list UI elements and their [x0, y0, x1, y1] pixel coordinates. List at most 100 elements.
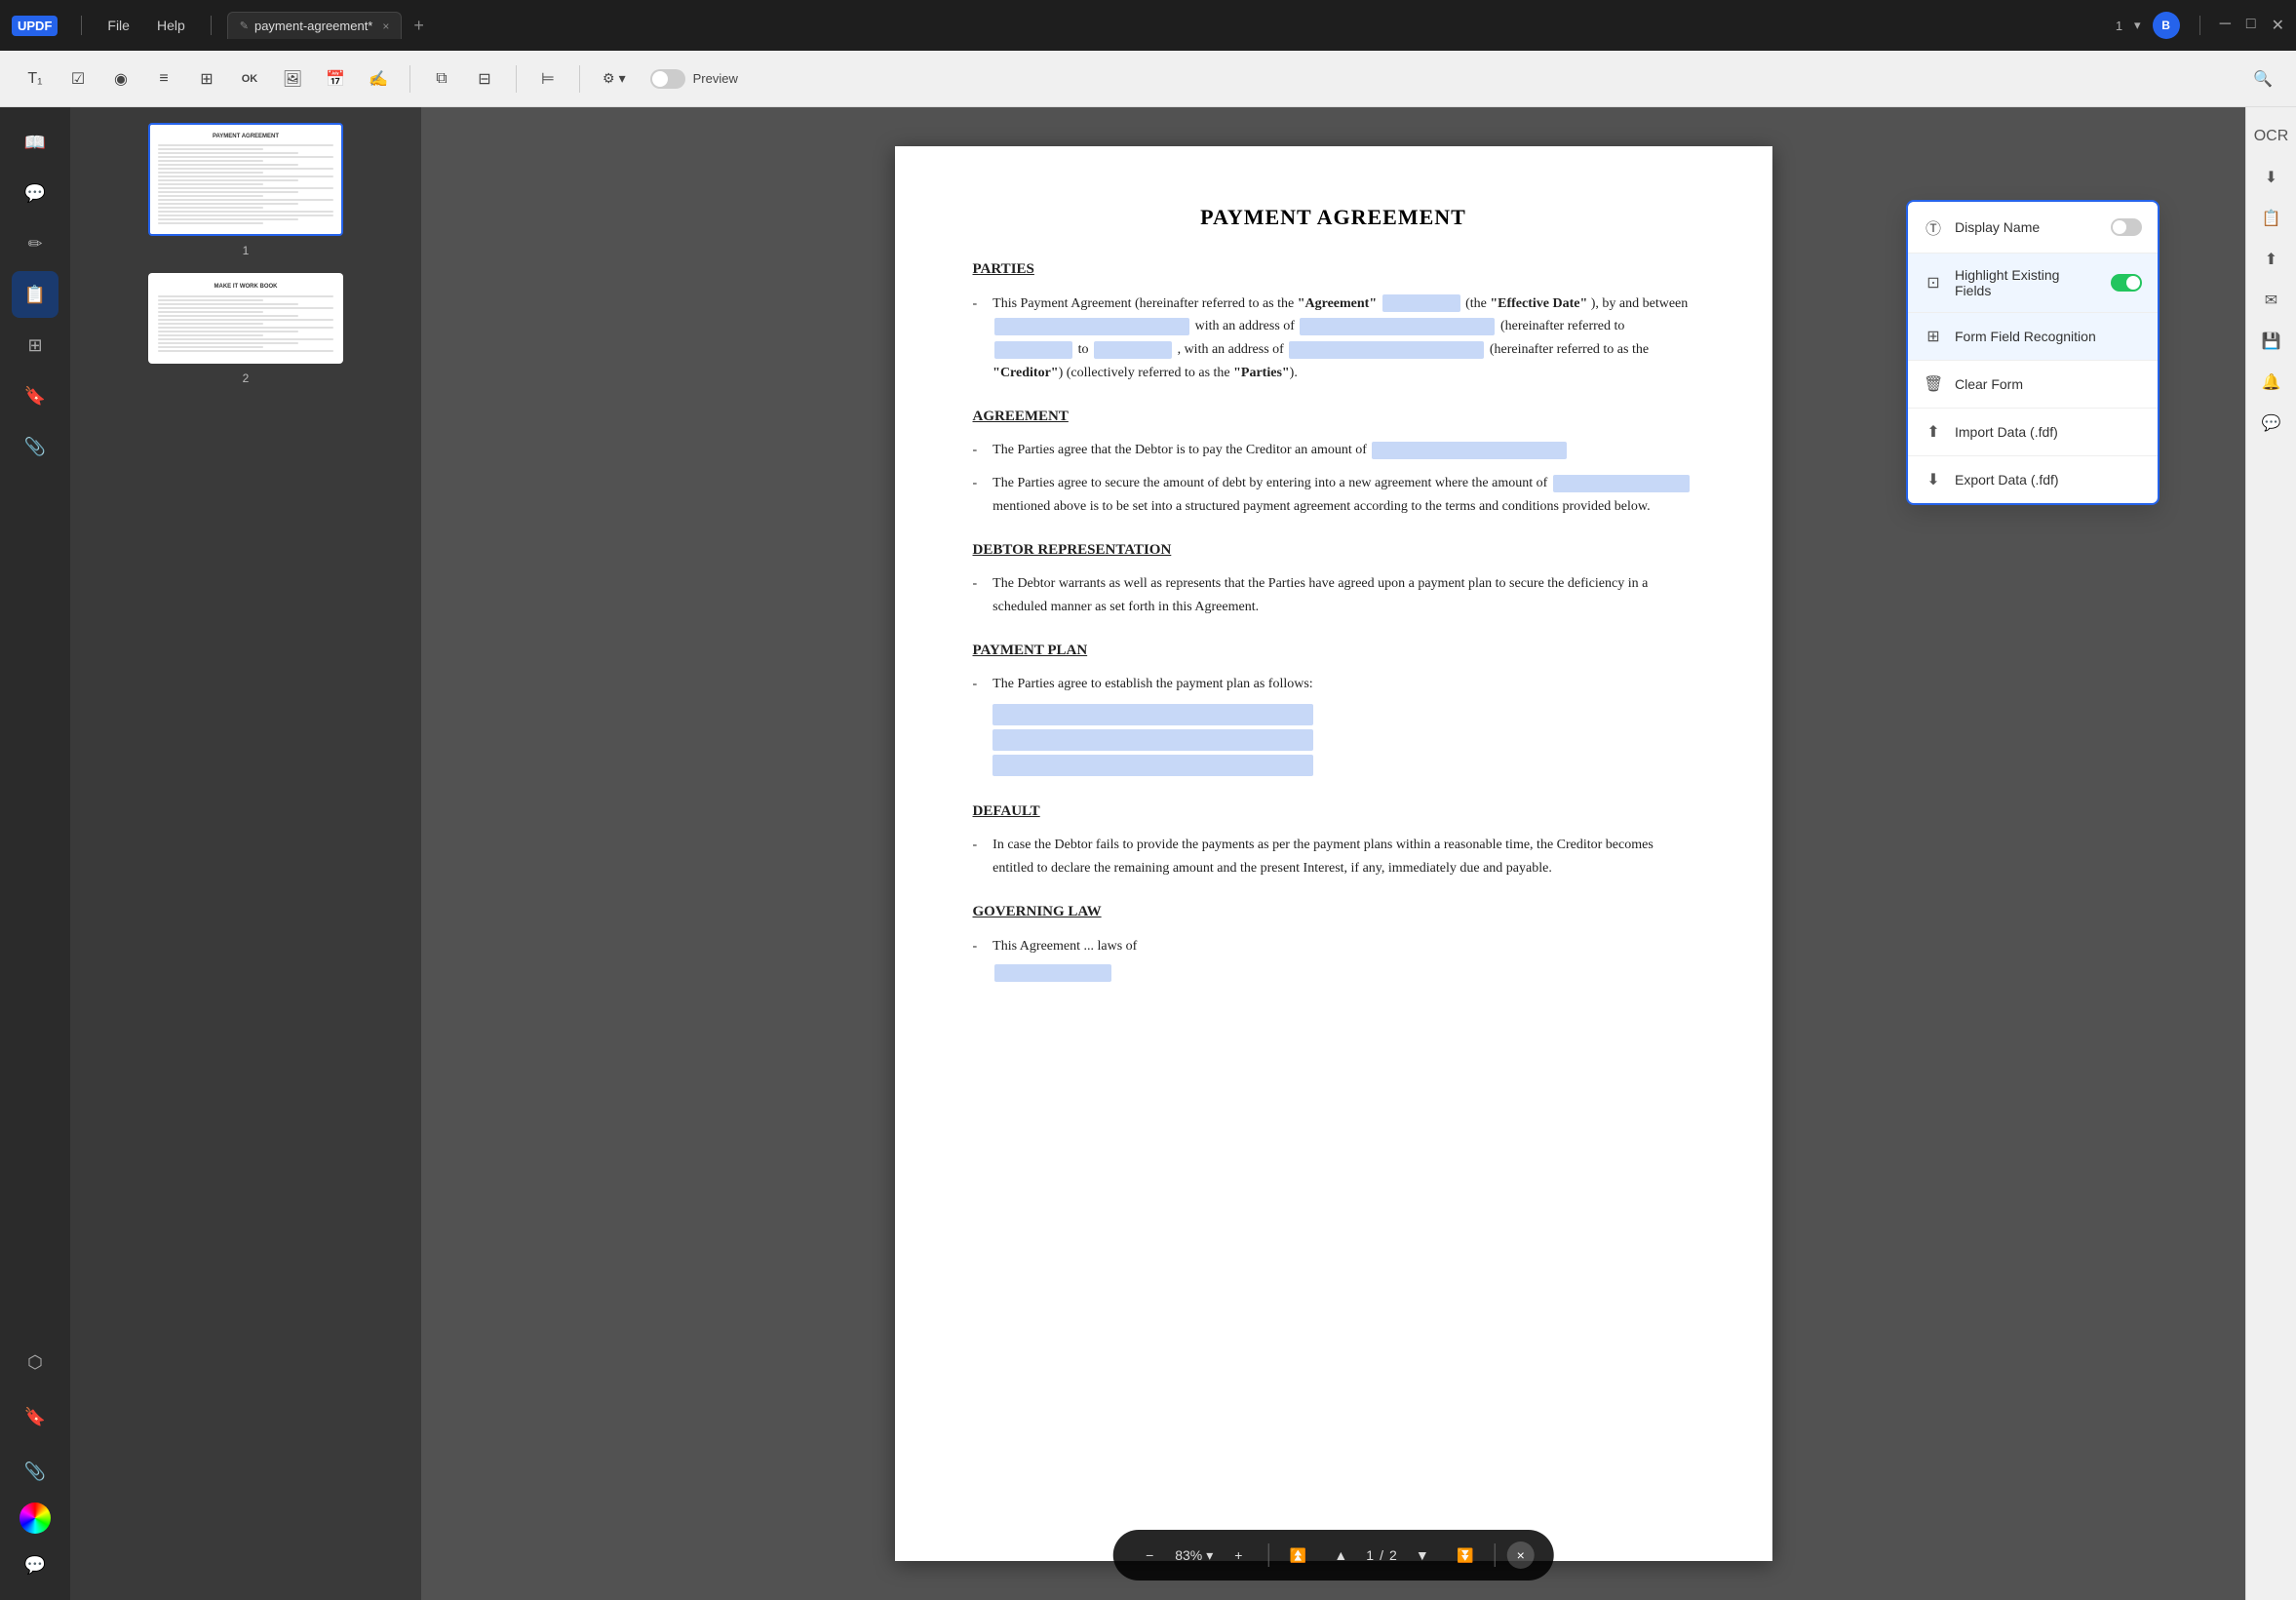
sidebar-icon-form[interactable]: 📋: [12, 271, 58, 318]
nav-close-btn[interactable]: ×: [1507, 1541, 1535, 1569]
zoom-out-btn[interactable]: −: [1132, 1538, 1167, 1573]
next-page-btn[interactable]: ▼: [1405, 1538, 1440, 1573]
ok-btn[interactable]: OK: [230, 59, 269, 98]
gear-options-btn[interactable]: ⚙ ▾: [592, 63, 637, 94]
close-btn[interactable]: ✕: [2272, 16, 2284, 35]
menu-file[interactable]: File: [97, 14, 139, 37]
pdf-field-debtor-ref[interactable]: [994, 341, 1072, 359]
table-btn[interactable]: ⊞: [187, 59, 226, 98]
sidebar-icon-bookmark[interactable]: 🔖: [12, 372, 58, 419]
tab-area: ✎ payment-agreement* × +: [227, 12, 432, 40]
copy-btn[interactable]: ⧉: [422, 59, 461, 98]
nav-divider1: [1267, 1543, 1268, 1567]
right-icon-save[interactable]: 💾: [2254, 324, 2289, 359]
left-sidebar: 📖 💬 ✏ 📋 ⊞ 🔖 📎 ⬡ 🔖 📎 💬: [0, 107, 70, 1600]
pdf-field-effective-date[interactable]: [1382, 294, 1460, 312]
thumb-line: [158, 207, 263, 209]
thumb-line: [158, 295, 333, 297]
text-field-btn[interactable]: T₁: [16, 59, 55, 98]
maximize-btn[interactable]: □: [2246, 16, 2256, 35]
bullet-dash5: -: [973, 673, 978, 780]
pdf-field-amount[interactable]: [1372, 442, 1567, 459]
thumbnail-panel: PAYMENT AGREEMENT: [70, 107, 421, 1600]
menu-help[interactable]: Help: [147, 14, 195, 37]
dropdown-export-data[interactable]: ⬇ Export Data (.fdf): [1908, 456, 2158, 503]
dropdown-highlight-fields[interactable]: ⊡ Highlight Existing Fields: [1908, 254, 2158, 312]
sidebar-icon-bookmark2[interactable]: 🔖: [12, 1393, 58, 1440]
dropdown-clear-form[interactable]: 🗑 Clear Form: [1908, 361, 2158, 408]
thumb-line: [158, 311, 263, 313]
right-icon-upload[interactable]: ⬆: [2254, 242, 2289, 277]
image-btn[interactable]: 🖼: [273, 59, 312, 98]
current-page: 1: [1366, 1547, 1374, 1563]
pdf-body: PARTIES - This Payment Agreement (herein…: [973, 257, 1694, 985]
pdf-field-payment2[interactable]: [992, 729, 1313, 751]
thumb-line: [158, 342, 298, 344]
user-avatar[interactable]: B: [2153, 12, 2180, 39]
pdf-section-default: DEFAULT: [973, 800, 1694, 825]
pdf-field-payment1[interactable]: [992, 704, 1313, 725]
checkbox-btn[interactable]: ☑: [58, 59, 97, 98]
multi-btn[interactable]: ⊟: [465, 59, 504, 98]
dropdown-panel: Ⓣ Display Name ⊡ Highlight Existing Fiel…: [1906, 200, 2160, 505]
pdf-field-amount2[interactable]: [1553, 475, 1690, 492]
new-tab-button[interactable]: +: [406, 12, 432, 40]
pdf-field-payment3[interactable]: [992, 755, 1313, 776]
bullet-dash7: -: [973, 935, 978, 986]
thumbnail-1[interactable]: PAYMENT AGREEMENT: [82, 123, 409, 257]
first-page-btn[interactable]: ⏫: [1280, 1538, 1315, 1573]
right-icon-download[interactable]: ⬇: [2254, 160, 2289, 195]
tab-close-icon[interactable]: ×: [382, 20, 389, 33]
pdf-field-party1-name[interactable]: [994, 318, 1189, 335]
pdf-field-party2-address[interactable]: [1289, 341, 1484, 359]
sidebar-colorful-icon[interactable]: [19, 1502, 51, 1534]
highlight-fields-toggle[interactable]: [2111, 274, 2142, 292]
right-sidebar: OCR ⬇ 📋 ⬆ ✉ 💾 🔔 💬: [2245, 107, 2296, 1600]
parties-text7: , with an address of: [1178, 342, 1288, 357]
last-page-btn[interactable]: ⏬: [1448, 1538, 1483, 1573]
right-icon-clipboard[interactable]: 📋: [2254, 201, 2289, 236]
align-btn[interactable]: ⊨: [528, 59, 567, 98]
thumb-content-2: MAKE IT WORK BOOK: [158, 283, 333, 351]
tab-payment-agreement[interactable]: ✎ payment-agreement* ×: [227, 12, 403, 39]
minimize-btn[interactable]: ─: [2220, 16, 2231, 35]
radio-btn[interactable]: ◉: [101, 59, 140, 98]
dropdown-import-data[interactable]: ⬆ Import Data (.fdf): [1908, 409, 2158, 455]
thumb-frame-1: PAYMENT AGREEMENT: [148, 123, 343, 236]
sidebar-icon-reader[interactable]: 📖: [12, 119, 58, 166]
search-btn[interactable]: 🔍: [2245, 61, 2280, 97]
preview-toggle-switch[interactable]: [650, 69, 685, 89]
thumbnail-2[interactable]: MAKE IT WORK BOOK: [82, 273, 409, 384]
pdf-area[interactable]: PAYMENT AGREEMENT PARTIES - This Payment…: [421, 107, 2245, 1600]
sidebar-icon-comment[interactable]: 💬: [12, 170, 58, 216]
display-name-toggle[interactable]: [2111, 218, 2142, 236]
thumb-title-1: PAYMENT AGREEMENT: [158, 133, 333, 140]
signature-btn[interactable]: ✍: [359, 59, 398, 98]
right-icon-ocr[interactable]: OCR: [2254, 119, 2289, 154]
right-icon-bell[interactable]: 🔔: [2254, 365, 2289, 400]
sidebar-icon-chat[interactable]: 💬: [12, 1541, 58, 1588]
right-icon-mail[interactable]: ✉: [2254, 283, 2289, 318]
bottom-nav-bar: − 83% ▾ + ⏫ ▲ 1 / 2 ▼ ⏬ ×: [1112, 1530, 1554, 1580]
pdf-field-state[interactable]: [994, 964, 1111, 982]
sidebar-icon-layers[interactable]: ⬡: [12, 1339, 58, 1385]
dropdown-display-name[interactable]: Ⓣ Display Name: [1908, 202, 2158, 253]
right-icon-chat[interactable]: 💬: [2254, 406, 2289, 441]
thumb-frame-2: MAKE IT WORK BOOK: [148, 273, 343, 363]
sidebar-icon-attachment[interactable]: 📎: [12, 423, 58, 470]
dropdown-form-field-recognition[interactable]: ⊞ Form Field Recognition: [1908, 313, 2158, 360]
window-controls: ─ □ ✕: [2220, 16, 2284, 35]
date-btn[interactable]: 📅: [316, 59, 355, 98]
pdf-field-party1-address[interactable]: [1300, 318, 1495, 335]
list-btn[interactable]: ≡: [144, 59, 183, 98]
thumb-line: [158, 203, 298, 205]
sidebar-icon-clip[interactable]: 📎: [12, 1448, 58, 1495]
pdf-field-party1-ref2[interactable]: [1094, 341, 1172, 359]
zoom-in-btn[interactable]: +: [1221, 1538, 1256, 1573]
pdf-debtor-bullet: - The Debtor warrants as well as represe…: [973, 572, 1694, 619]
sidebar-icon-organize[interactable]: ⊞: [12, 322, 58, 369]
zoom-dropdown-icon[interactable]: ▾: [1206, 1547, 1213, 1564]
sidebar-icon-edit[interactable]: ✏: [12, 220, 58, 267]
prev-page-btn[interactable]: ▲: [1323, 1538, 1358, 1573]
dropdown-highlight-label: Highlight Existing Fields: [1955, 267, 2099, 298]
